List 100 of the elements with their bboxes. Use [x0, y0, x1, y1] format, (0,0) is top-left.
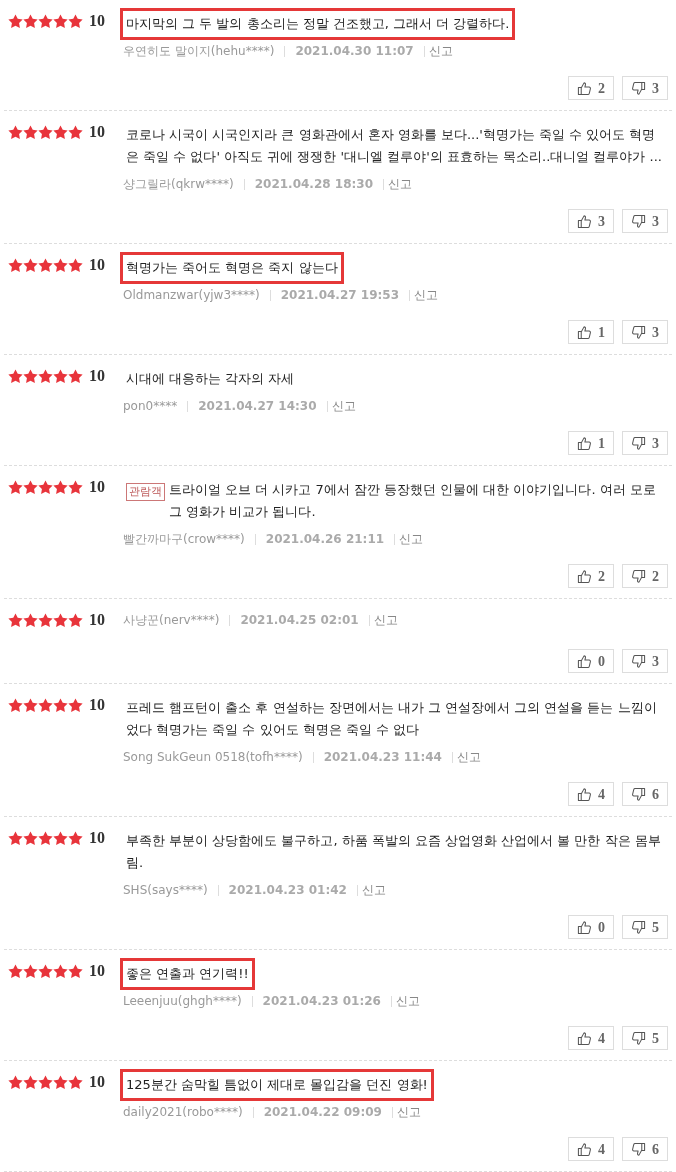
star-icon — [23, 697, 38, 713]
like-button[interactable]: 4 — [568, 1026, 614, 1050]
report-link[interactable]: 신고 — [331, 399, 356, 413]
review-text: 트라이얼 오브 더 시카고 7에서 잠깐 등장했던 인물에 대한 이야기입니다. 여러 모로 그 영화가 비교가 됩니다. — [169, 481, 657, 521]
star-icon — [23, 612, 38, 628]
review-date: 2021.04.27 19:53 — [280, 288, 399, 302]
star-icon — [8, 368, 23, 384]
score: 10 — [89, 1072, 105, 1092]
author-name: daily2021(robo****) — [123, 1105, 243, 1119]
star-icon — [38, 124, 53, 140]
review-text: 프레드 햄프턴이 출소 후 연설하는 장면에서는 내가 그 연설장에서 그의 연설을 듣는 느낌이었다 혁명가는 죽일 수 있어도 혁명은 죽일 수 없다 — [126, 699, 658, 739]
review-date: 2021.04.23 11:44 — [323, 750, 442, 764]
thumbs-up-icon — [577, 80, 592, 96]
thumbs-down-icon — [631, 324, 646, 340]
thumbs-down-icon — [631, 919, 646, 935]
review-date: 2021.04.22 09:09 — [263, 1105, 382, 1119]
author-name: 사냥꾼(nerv****) — [123, 613, 220, 627]
thumbs-up-icon — [577, 435, 592, 451]
dislike-button[interactable]: 3 — [622, 209, 668, 233]
dislike-button[interactable]: 3 — [622, 76, 668, 100]
star-icon — [38, 479, 53, 495]
thumbs-up-icon — [577, 568, 592, 584]
like-button[interactable]: 2 — [568, 564, 614, 588]
review-date: 2021.04.23 01:42 — [228, 883, 347, 897]
star-icon — [68, 830, 83, 846]
star-icon — [38, 13, 53, 29]
thumbs-down-icon — [631, 653, 646, 669]
review-text: 125분간 숨막힐 틈없이 제대로 몰입감을 던진 영화! — [126, 1076, 428, 1094]
like-button[interactable]: 1 — [568, 320, 614, 344]
like-button[interactable]: 1 — [568, 431, 614, 455]
star-icon — [8, 963, 23, 979]
dislike-button[interactable]: 2 — [622, 564, 668, 588]
score: 10 — [89, 695, 105, 715]
report-link[interactable]: 신고 — [361, 883, 386, 897]
dislike-button[interactable]: 3 — [622, 649, 668, 673]
star-icon — [38, 368, 53, 384]
dislike-button[interactable]: 6 — [622, 782, 668, 806]
report-link[interactable]: 신고 — [399, 532, 424, 546]
score: 10 — [89, 255, 105, 275]
dislike-button[interactable]: 3 — [622, 431, 668, 455]
review-date: 2021.04.25 02:01 — [240, 613, 359, 627]
thumbs-down-icon — [631, 1141, 646, 1157]
dislike-button[interactable]: 5 — [622, 915, 668, 939]
star-icon — [23, 963, 38, 979]
star-icon — [8, 13, 23, 29]
thumbs-down-icon — [631, 80, 646, 96]
star-icon — [53, 124, 68, 140]
star-icon — [53, 479, 68, 495]
score: 10 — [89, 366, 105, 386]
author-name: Leeenjuu(ghgh****) — [123, 994, 242, 1008]
author-name: pon0**** — [123, 399, 178, 413]
star-icon — [8, 830, 23, 846]
star-icon — [38, 612, 53, 628]
star-icon — [68, 612, 83, 628]
report-link[interactable]: 신고 — [428, 44, 453, 58]
star-icon — [8, 1074, 23, 1090]
like-button[interactable]: 2 — [568, 76, 614, 100]
thumbs-up-icon — [577, 786, 592, 802]
like-button[interactable]: 4 — [568, 782, 614, 806]
star-icon — [53, 1074, 68, 1090]
author-name: Song SukGeun 0518(tofh****) — [123, 750, 303, 764]
thumbs-up-icon — [577, 1141, 592, 1157]
report-link[interactable]: 신고 — [396, 1105, 421, 1119]
report-link[interactable]: 신고 — [456, 750, 481, 764]
star-icon — [68, 368, 83, 384]
like-button[interactable]: 3 — [568, 209, 614, 233]
report-link[interactable]: 신고 — [373, 613, 398, 627]
dislike-button[interactable]: 5 — [622, 1026, 668, 1050]
star-icon — [68, 697, 83, 713]
like-button[interactable]: 0 — [568, 915, 614, 939]
thumbs-down-icon — [631, 1030, 646, 1046]
star-icon — [38, 963, 53, 979]
report-link[interactable]: 신고 — [388, 177, 412, 191]
thumbs-down-icon — [631, 568, 646, 584]
thumbs-down-icon — [631, 786, 646, 802]
dislike-button[interactable]: 3 — [622, 320, 668, 344]
star-icon — [53, 13, 68, 29]
like-button[interactable]: 0 — [568, 649, 614, 673]
score: 10 — [89, 828, 105, 848]
star-icon — [53, 697, 68, 713]
review-date: 2021.04.23 01:26 — [262, 994, 381, 1008]
star-icon — [8, 479, 23, 495]
star-icon — [68, 479, 83, 495]
dislike-button[interactable]: 6 — [622, 1137, 668, 1161]
star-icon — [53, 963, 68, 979]
review-date: 2021.04.30 11:07 — [295, 44, 414, 58]
star-icon — [68, 257, 83, 273]
score: 10 — [89, 122, 105, 142]
thumbs-up-icon — [577, 919, 592, 935]
report-link[interactable]: 신고 — [395, 994, 420, 1008]
star-icon — [68, 13, 83, 29]
report-link[interactable]: 신고 — [414, 288, 438, 302]
star-icon — [53, 257, 68, 273]
like-button[interactable]: 4 — [568, 1137, 614, 1161]
review-text: 마지막의 그 두 발의 총소리는 정말 건조했고, 그래서 더 강렬하다. — [126, 15, 510, 33]
star-icon — [38, 830, 53, 846]
star-icon — [23, 124, 38, 140]
star-icon — [23, 1074, 38, 1090]
viewer-tag: 관람객 — [126, 483, 165, 501]
star-icon — [23, 830, 38, 846]
